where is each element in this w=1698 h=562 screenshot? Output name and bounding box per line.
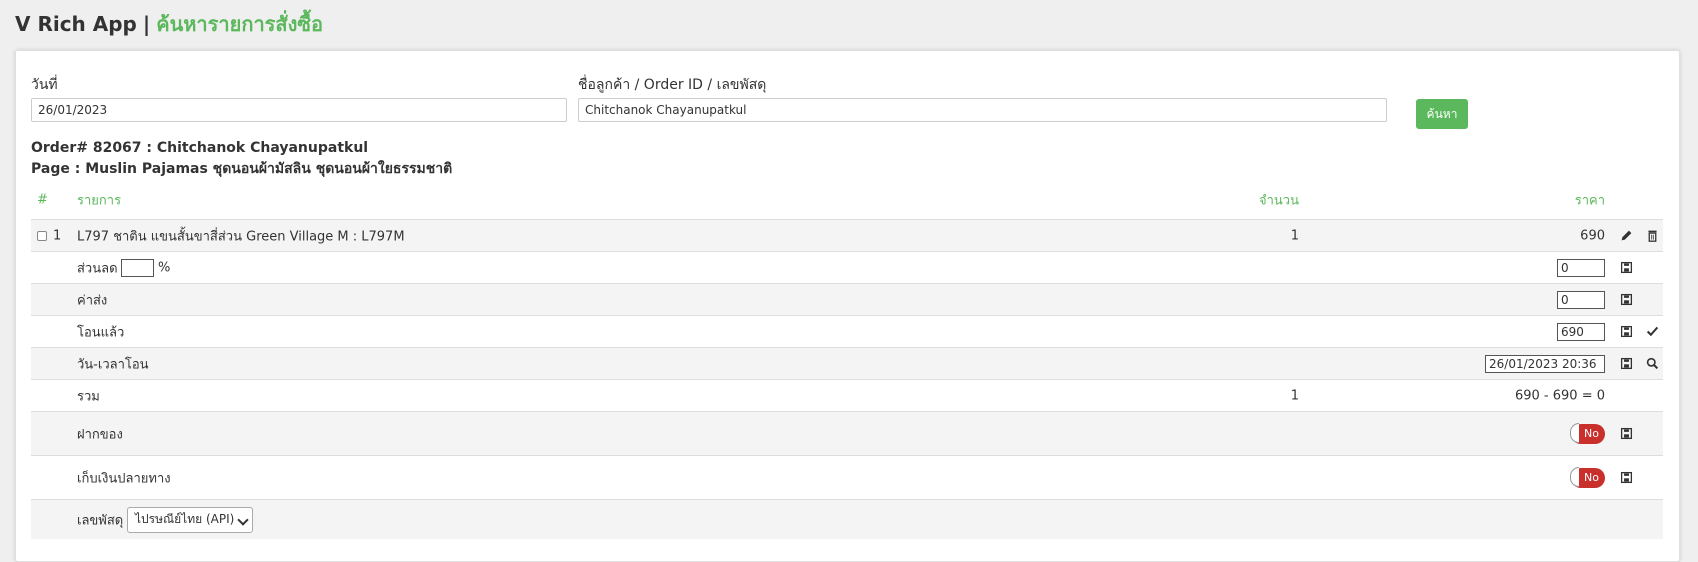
order-items-table: # รายการ จำนวน ราคา 1 L797 ชาติน แขนสั้น… <box>31 181 1663 539</box>
order-panel: วันที่ ชื่อลูกค้า / Order ID / เลขพัสดุ … <box>15 50 1680 562</box>
page-line: Page : Muslin Pajamas ชุดนอนผ้ามัสลิน ชุ… <box>31 161 453 177</box>
edit-icon[interactable] <box>1619 229 1633 243</box>
cod-row: เก็บเงินปลายทาง No <box>31 455 1663 499</box>
discount-input[interactable] <box>1557 258 1605 277</box>
search-icon[interactable] <box>1645 357 1659 371</box>
carrier-select[interactable]: ไปรษณีย์ไทย (API) <box>127 506 253 533</box>
transferred-row: โอนแล้ว <box>31 315 1663 347</box>
discount-label: ส่วนลด <box>77 261 118 276</box>
col-qty-header: จำนวน <box>1259 193 1299 209</box>
save-icon[interactable] <box>1619 261 1633 275</box>
discount-percent-input[interactable] <box>121 258 154 277</box>
item-name: L797 ชาติน แขนสั้นขาสี่ส่วน Green Villag… <box>77 229 405 244</box>
discount-row: ส่วนลด % <box>31 251 1663 283</box>
table-row: 1 L797 ชาติน แขนสั้นขาสี่ส่วน Green Vill… <box>31 219 1663 251</box>
tracking-label: เลขพัสดุ <box>77 513 124 528</box>
page-title: ค้นหารายการสั่งซื้อ <box>156 12 323 36</box>
order-info: Order# 82067 : Chitchanok Chayanupatkul … <box>31 138 452 180</box>
shipping-label: ค่าส่ง <box>77 293 108 308</box>
deposit-label: ฝากของ <box>77 427 123 442</box>
transfer-datetime-label: วัน-เวลาโอน <box>77 357 149 372</box>
date-input[interactable] <box>31 98 567 122</box>
deposit-row: ฝากของ No <box>31 411 1663 455</box>
chevron-down-icon <box>237 513 249 526</box>
customer-label: ชื่อลูกค้า / Order ID / เลขพัสดุ <box>578 77 767 93</box>
item-qty: 1 <box>1290 228 1299 243</box>
toggle-knob <box>1570 422 1579 443</box>
order-line: Order# 82067 : Chitchanok Chayanupatkul <box>31 140 369 156</box>
shipping-input[interactable] <box>1557 290 1605 309</box>
toggle-knob <box>1570 466 1579 487</box>
save-icon[interactable] <box>1619 325 1633 339</box>
cod-label: เก็บเงินปลายทาง <box>77 471 171 486</box>
check-icon[interactable] <box>1645 325 1659 339</box>
total-label: รวม <box>77 389 100 404</box>
save-icon[interactable] <box>1619 357 1633 371</box>
col-price-header: ราคา <box>1574 193 1605 209</box>
search-button[interactable]: ค้นหา <box>1416 99 1468 129</box>
percent-sign: % <box>158 260 171 275</box>
col-item-header: รายการ <box>77 193 122 209</box>
save-icon[interactable] <box>1619 293 1633 307</box>
item-number: 1 <box>53 228 62 243</box>
date-label: วันที่ <box>31 77 58 93</box>
transfer-datetime-row: วัน-เวลาโอน <box>31 347 1663 379</box>
cod-toggle-label: No <box>1584 471 1599 484</box>
transferred-label: โอนแล้ว <box>77 325 125 340</box>
shipping-row: ค่าส่ง <box>31 283 1663 315</box>
app-header: V Rich App | ค้นหารายการสั่งซื้อ <box>0 0 1698 48</box>
save-icon[interactable] <box>1619 427 1633 441</box>
total-qty: 1 <box>1290 388 1299 403</box>
search-form: วันที่ ชื่อลูกค้า / Order ID / เลขพัสดุ … <box>31 74 1671 129</box>
save-icon[interactable] <box>1619 471 1633 485</box>
deposit-toggle-label: No <box>1584 427 1599 440</box>
trash-icon[interactable] <box>1645 229 1659 243</box>
total-summary: 690 - 690 = 0 <box>1514 388 1605 403</box>
item-price: 690 <box>1580 228 1605 243</box>
item-checkbox[interactable] <box>37 230 47 241</box>
app-name: V Rich App <box>15 12 137 36</box>
table-header: # รายการ จำนวน ราคา <box>31 181 1663 219</box>
tracking-row: เลขพัสดุ ไปรษณีย์ไทย (API) <box>31 499 1663 539</box>
customer-search-input[interactable] <box>578 98 1387 122</box>
title-separator: | <box>142 12 151 36</box>
cod-toggle[interactable]: No <box>1570 466 1605 488</box>
transferred-input[interactable] <box>1557 322 1605 341</box>
carrier-selected: ไปรษณีย์ไทย (API) <box>135 512 235 526</box>
total-row: รวม 1 690 - 690 = 0 <box>31 379 1663 411</box>
col-num-header: # <box>37 192 48 208</box>
transfer-datetime-input[interactable] <box>1485 354 1605 373</box>
deposit-toggle[interactable]: No <box>1570 422 1605 444</box>
